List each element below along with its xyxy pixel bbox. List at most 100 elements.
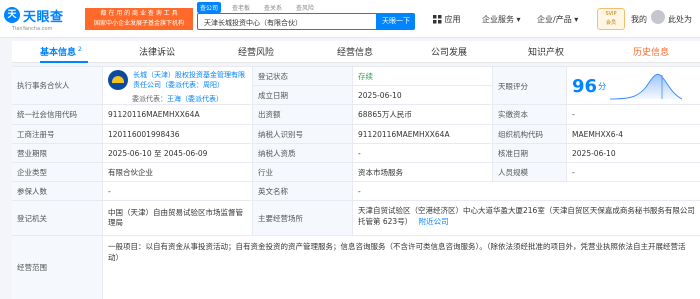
logo-url: TianYancha.com — [12, 26, 53, 32]
credit-code-label: 统一社会信用代码 — [12, 105, 102, 124]
authority-label: 登记机关 — [12, 201, 102, 235]
slogan-line-2: 国家中小企业发展子基金旗下机构 — [93, 20, 184, 27]
slogan-line-1: 都 在 用 的 商 业 查 询 工 具 — [100, 10, 178, 17]
partner-rep-link[interactable]: 王海（委派代表） — [167, 95, 223, 103]
reg-status-label: 登记状态 — [252, 67, 352, 86]
svip-badge-title: SVIP — [605, 11, 617, 17]
nav-mine[interactable]: 我的 — [631, 14, 647, 25]
established-label: 成立日期 — [252, 86, 352, 104]
taxpayer-qual-label: 纳税人资质 — [252, 144, 352, 162]
business-reg-label: 工商注册号 — [12, 125, 102, 143]
scope-label: 经营范围 — [12, 236, 102, 299]
english-value: - — [352, 182, 700, 200]
table-row: 参保人数 - 英文名称 - — [12, 181, 700, 200]
basic-info-table: 执行事务合伙人 长城（天津）股权投资基金管理有限责任公司（委派代表：周阳） 登记… — [12, 66, 700, 299]
insured-value: - — [102, 182, 252, 200]
section-tabs: 基本信息 2 法律诉讼 经营风险 经营信息 公司发展 知识产权 历史信息 — [12, 41, 700, 63]
staff-value: - — [566, 163, 700, 181]
scope-cell: 一般项目：以自有资金从事投资活动；自有资金投资的资产管理服务；信息咨询服务（不含… — [102, 236, 700, 299]
nav-apps[interactable]: 应用 — [433, 14, 461, 25]
svip-badge[interactable]: SVIP 会员 — [597, 8, 625, 30]
chevron-down-icon: ▾ — [516, 15, 521, 24]
score-trend-chart-icon — [610, 73, 683, 100]
approval-label: 核准日期 — [492, 144, 566, 162]
tab-history[interactable]: 历史信息 — [633, 45, 669, 58]
table-row: 企业类型 有限合伙企业 行业 资本市场服务 人员规模 - — [12, 162, 700, 181]
search-tab-risk[interactable]: 查风险 — [293, 2, 317, 13]
avatar[interactable] — [651, 10, 665, 24]
nav-enterprise-service-label: 企业服务 — [482, 15, 514, 24]
slogan-banner: 都 在 用 的 商 业 查 询 工 具 国家中小企业发展子基金旗下机构 — [85, 8, 193, 30]
search-input[interactable]: 天津长城投资中心（有限合伙） — [197, 13, 377, 30]
logo-mark-icon: 天 — [4, 7, 20, 23]
industry-label: 行业 — [252, 163, 352, 181]
search-tab-company[interactable]: 查公司 — [197, 2, 222, 13]
table-row: 工商注册号 120116001998436 纳税人识别号 91120116MAE… — [12, 124, 700, 143]
table-row: 营业期限 2025-06-10 至 2045-06-09 纳税人资质 - 核准日… — [12, 143, 700, 162]
top-header: 天 天眼查 TianYancha.com 都 在 用 的 商 业 查 询 工 具… — [0, 0, 700, 38]
taxpayer-id-label: 纳税人识别号 — [252, 125, 352, 143]
nav-enterprise-service[interactable]: 企业服务 ▾ — [482, 14, 521, 25]
partner-rep-label: 委派代表： — [132, 95, 167, 103]
authority-value: 中国（天津）自由贸易试验区市场监督管理局 — [102, 201, 252, 235]
taxpayer-qual-value: - — [352, 144, 492, 162]
nav-enterprise-product-label: 企业/产品 — [537, 15, 572, 24]
partner-label: 执行事务合伙人 — [12, 67, 102, 104]
staff-label: 人员规模 — [492, 163, 566, 181]
type-label: 企业类型 — [12, 163, 102, 181]
chevron-down-icon: ▾ — [574, 15, 579, 24]
nav-apps-label: 应用 — [444, 15, 461, 24]
established-value: 2025-06-10 — [352, 86, 492, 104]
approval-value: 2025-06-10 — [566, 144, 700, 162]
credit-code-value: 91120116MAEMHXX64A — [102, 105, 252, 124]
org-code-label: 组织机构代码 — [492, 125, 566, 143]
capital-value: 68865万人民币 — [352, 105, 492, 124]
business-reg-value: 120116001998436 — [102, 125, 252, 143]
paid-capital-value: - — [566, 105, 700, 124]
address-value: 天津自贸试验区（空港经济区）中心大道华盈大厦216室（天津自贸区天保嘉成商务秘书… — [358, 206, 695, 226]
tab-basic-info-label: 基本信息 — [40, 48, 77, 58]
capital-label: 出资额 — [252, 105, 352, 124]
tab-intellectual-property[interactable]: 知识产权 — [528, 45, 564, 58]
search-button[interactable]: 天眼一下 — [377, 13, 415, 30]
score-label: 天眼评分 — [492, 67, 566, 105]
tab-operating-risk[interactable]: 经营风险 — [238, 45, 274, 58]
tab-basic-info[interactable]: 基本信息 2 — [40, 45, 82, 58]
user-name[interactable]: 此处为 — [668, 14, 692, 25]
taxpayer-id-value: 91120116MAEMHXX64A — [352, 125, 492, 143]
term-value: 2025-06-10 至 2045-06-09 — [102, 144, 252, 162]
score-value: 96 — [572, 75, 598, 97]
address-label: 主要经营场所 — [252, 201, 352, 235]
svip-badge-subtitle: 会员 — [605, 20, 616, 26]
score-unit: 分 — [598, 81, 607, 91]
tab-company-development[interactable]: 公司发展 — [431, 45, 467, 58]
partner-rep: 委派代表：王海（委派代表） — [132, 94, 223, 104]
grid-icon — [433, 15, 442, 24]
search-tab-relation[interactable]: 查关系 — [261, 2, 285, 13]
tab-legal[interactable]: 法律诉讼 — [139, 45, 175, 58]
org-code-value: MAEMHXX6-4 — [566, 125, 700, 143]
table-row: 统一社会信用代码 91120116MAEMHXX64A 出资额 68865万人民… — [12, 104, 700, 124]
english-label: 英文名称 — [252, 182, 352, 200]
insured-label: 参保人数 — [12, 182, 102, 200]
address-cell: 天津自贸试验区（空港经济区）中心大道华盈大厦216室（天津自贸区天保嘉成商务秘书… — [352, 201, 700, 235]
industry-value: 资本市场服务 — [352, 163, 492, 181]
search-input-value: 天津长城投资中心（有限合伙） — [204, 19, 302, 27]
term-label: 营业期限 — [12, 144, 102, 162]
tab-basic-info-count: 2 — [78, 46, 82, 53]
tab-operating-info[interactable]: 经营信息 — [337, 45, 373, 58]
search-tab-boss[interactable]: 查老板 — [229, 2, 253, 13]
paid-capital-label: 实缴资本 — [492, 105, 566, 124]
partner-logo-icon — [108, 70, 128, 90]
table-row: 登记机关 中国（天津）自由贸易试验区市场监督管理局 主要经营场所 天津自贸试验区… — [12, 200, 700, 235]
logo-text: 天眼查 — [23, 10, 64, 25]
reg-status-value: 存续 — [352, 67, 492, 86]
table-row: 经营范围 一般项目：以自有资金从事投资活动；自有资金投资的资产管理服务；信息咨询… — [12, 235, 700, 299]
search-type-tabs: 查公司 查老板 查关系 查风险 — [197, 2, 325, 13]
type-value: 有限合伙企业 — [102, 163, 252, 181]
partner-name-link[interactable]: 长城（天津）股权投资基金管理有限责任公司（委派代表：周阳） — [133, 70, 247, 90]
nav-mine-label: 我的 — [631, 15, 647, 24]
site-logo[interactable]: 天 天眼查 TianYancha.com — [4, 5, 84, 33]
nearby-companies-link[interactable]: 附近公司 — [419, 217, 449, 226]
nav-enterprise-product[interactable]: 企业/产品 ▾ — [537, 14, 578, 25]
